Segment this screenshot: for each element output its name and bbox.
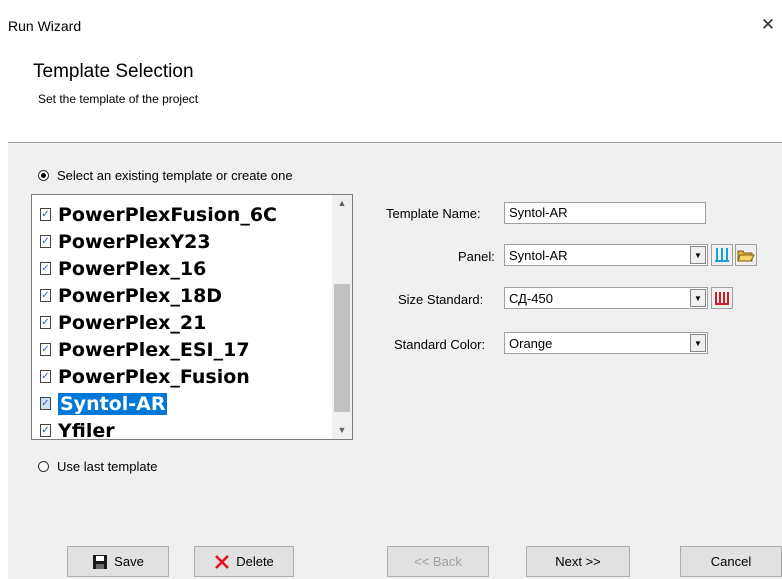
next-label: Next >> xyxy=(555,554,601,569)
template-list-item[interactable]: ✓ PowerPlex_16 xyxy=(32,255,332,282)
size-bars-icon xyxy=(715,292,729,305)
template-list-scrollbar[interactable]: ▲ ▼ xyxy=(332,195,352,439)
checkbox-icon: ✓ xyxy=(40,235,51,248)
scroll-up-icon[interactable]: ▲ xyxy=(332,195,352,212)
checkbox-icon: ✓ xyxy=(40,316,51,329)
scroll-down-icon[interactable]: ▼ xyxy=(332,422,352,439)
standard-color-dropdown-icon[interactable]: ▼ xyxy=(690,334,706,352)
checkbox-icon: ✓ xyxy=(40,397,51,410)
last-template-option[interactable]: Use last template xyxy=(38,459,157,474)
existing-template-option[interactable]: Select an existing template or create on… xyxy=(38,168,293,183)
size-standard-label: Size Standard: xyxy=(398,292,484,307)
standard-color-label: Standard Color: xyxy=(394,337,486,352)
template-list-item[interactable]: ✓ Syntol-AR xyxy=(32,390,332,417)
page-title: Template Selection xyxy=(33,61,194,82)
open-folder-button[interactable] xyxy=(735,244,757,266)
cancel-button[interactable]: Cancel xyxy=(680,546,782,577)
delete-button[interactable]: Delete xyxy=(194,546,294,577)
save-button[interactable]: Save xyxy=(67,546,169,577)
size-standard-value: СД-450 xyxy=(509,291,553,306)
panel-dropdown-icon[interactable]: ▼ xyxy=(690,246,706,264)
checkbox-icon: ✓ xyxy=(40,289,51,302)
template-list-item[interactable]: ✓ PowerPlexY23 xyxy=(32,228,332,255)
panel-select[interactable]: Syntol-AR ▼ xyxy=(504,244,708,266)
wizard-header: Template Selection Set the template of t… xyxy=(0,44,782,120)
size-standard-dropdown-icon[interactable]: ▼ xyxy=(690,289,706,307)
template-list-item-label: PowerPlex_ESI_17 xyxy=(58,338,250,361)
template-list-item-label: Yfiler xyxy=(58,419,115,440)
checkbox-icon: ✓ xyxy=(40,370,51,383)
template-list[interactable]: ✓ PowerPlexFusion_6C ✓ PowerPlexY23 ✓ PowerPl… xyxy=(31,194,353,440)
checkbox-icon: ✓ xyxy=(40,343,51,356)
checkbox-icon: ✓ xyxy=(40,262,51,275)
back-button[interactable]: << Back xyxy=(387,546,489,577)
checkbox-icon: ✓ xyxy=(40,424,51,437)
template-list-item-label: PowerPlex_16 xyxy=(58,257,207,280)
panel-value: Syntol-AR xyxy=(509,248,568,263)
standard-color-select[interactable]: Orange ▼ xyxy=(504,332,708,354)
window-title: Run Wizard xyxy=(8,18,82,34)
last-template-label: Use last template xyxy=(57,459,158,474)
template-list-items: ✓ PowerPlexFusion_6C ✓ PowerPlexY23 ✓ PowerPl… xyxy=(32,201,332,440)
scroll-thumb[interactable] xyxy=(334,284,350,412)
standard-color-value: Orange xyxy=(509,336,553,351)
next-button[interactable]: Next >> xyxy=(526,546,630,577)
template-list-item[interactable]: ✓ Yfiler xyxy=(32,417,332,440)
template-list-item-label: PowerPlexY23 xyxy=(58,230,211,253)
template-list-item-label: PowerPlex_18D xyxy=(58,284,223,307)
panel-bars-icon xyxy=(715,248,729,262)
panel-label: Panel: xyxy=(458,249,495,264)
template-name-input[interactable]: Syntol-AR xyxy=(504,202,706,224)
delete-label: Delete xyxy=(236,554,274,569)
size-standard-editor-button[interactable] xyxy=(711,287,733,309)
existing-template-radio[interactable] xyxy=(38,170,49,181)
delete-x-icon xyxy=(215,554,230,569)
template-list-item[interactable]: ✓ PowerPlex_18D xyxy=(32,282,332,309)
folder-open-icon xyxy=(737,250,755,262)
template-list-item-label: Syntol-AR xyxy=(58,392,168,415)
template-list-item-label: PowerPlexFusion_6C xyxy=(58,203,277,226)
back-label: << Back xyxy=(414,554,462,569)
save-icon xyxy=(93,554,108,569)
cancel-label: Cancel xyxy=(710,554,752,569)
last-template-radio[interactable] xyxy=(38,461,49,472)
template-list-item[interactable]: ✓ PowerPlex_21 xyxy=(32,309,332,336)
template-list-item[interactable]: ✓ PowerPlex_Fusion xyxy=(32,363,332,390)
checkbox-icon: ✓ xyxy=(40,208,51,221)
existing-template-label: Select an existing template or create on… xyxy=(57,168,293,183)
size-standard-select[interactable]: СД-450 ▼ xyxy=(504,287,708,309)
save-label: Save xyxy=(114,554,144,569)
template-name-label: Template Name: xyxy=(386,206,481,221)
page-subtitle: Set the template of the project xyxy=(38,92,199,106)
template-list-item[interactable]: ✓ PowerPlexFusion_6C xyxy=(32,201,332,228)
close-button[interactable]: ✕ xyxy=(758,15,778,35)
template-list-item[interactable]: ✓ PowerPlex_ESI_17 xyxy=(32,336,332,363)
template-list-item-label: PowerPlex_21 xyxy=(58,311,207,334)
template-list-item-label: PowerPlex_Fusion xyxy=(58,365,250,388)
panel-editor-button[interactable] xyxy=(711,244,733,266)
